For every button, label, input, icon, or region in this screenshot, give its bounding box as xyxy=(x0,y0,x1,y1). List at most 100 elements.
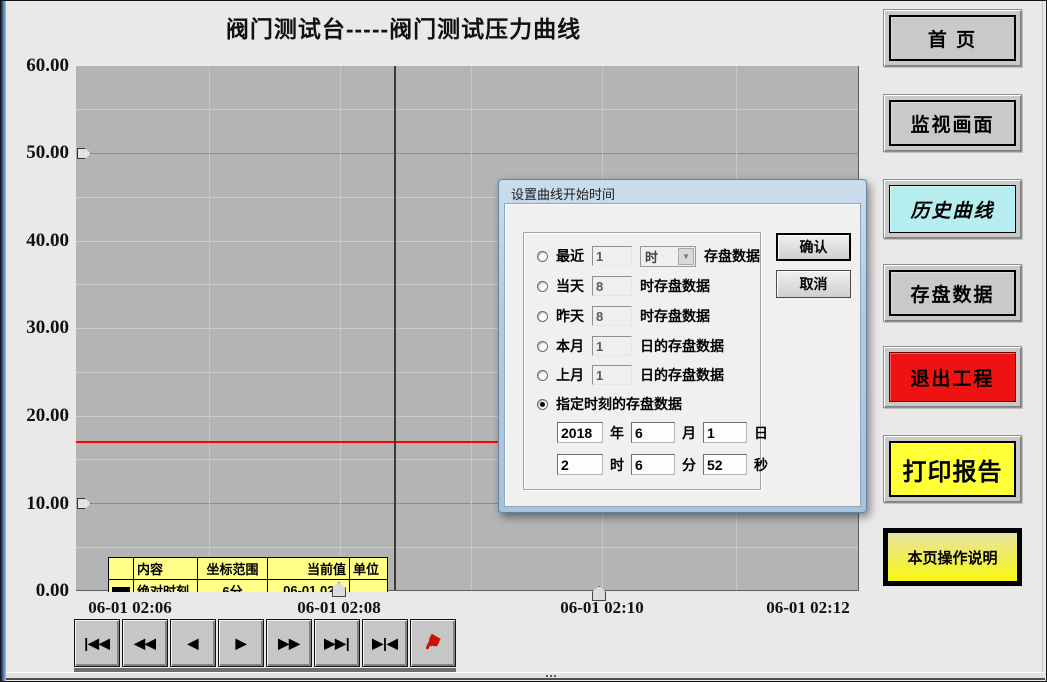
y-tick: 40.00 xyxy=(1,230,69,252)
y-tick: 50.00 xyxy=(1,142,69,164)
nav-print-report-button[interactable]: 打印报告 xyxy=(889,441,1016,497)
option-suffix: 时存盘数据 xyxy=(640,306,710,326)
legend-unit-cell xyxy=(350,580,388,593)
second-label: 秒 xyxy=(754,455,768,475)
nav-print-frame: 打印报告 xyxy=(883,435,1022,503)
option-suffix: 日的存盘数据 xyxy=(640,336,724,356)
fast-forward-button[interactable]: ▶▶ xyxy=(266,619,312,667)
step-forward-button[interactable]: ▶ xyxy=(218,619,264,667)
fast-rewind-button[interactable]: ◀◀ xyxy=(122,619,168,667)
chevron-down-icon[interactable]: ▼ xyxy=(678,248,694,265)
hmi-screen: 阀门测试台-----阀门测试压力曲线 60.00 50.00 40.00 30.… xyxy=(0,0,1047,682)
date-inputs-row: 2018 年 6 月 1 日 xyxy=(557,422,768,443)
nav-history-frame: 历史曲线 xyxy=(883,179,1022,239)
option-label: 最近 xyxy=(556,246,584,266)
skip-to-start-button[interactable]: |◀◀ xyxy=(74,619,120,667)
time-cursor-line[interactable] xyxy=(394,66,396,590)
option-recent-row: 最近 1 时▼ 存盘数据 xyxy=(537,245,760,267)
confirm-button[interactable]: 确认 xyxy=(776,233,851,261)
gridline xyxy=(76,109,858,110)
option-label: 指定时刻的存盘数据 xyxy=(556,394,682,414)
month-input[interactable]: 6 xyxy=(631,422,675,443)
hour-input[interactable]: 2 xyxy=(557,454,603,475)
page-title: 阀门测试台-----阀门测试压力曲线 xyxy=(1,10,806,44)
nav-saved-data-frame: 存盘数据 xyxy=(883,264,1022,322)
cancel-button[interactable]: 取消 xyxy=(776,270,851,298)
time-inputs-row: 2 时 6 分 52 秒 xyxy=(557,454,768,475)
option-suffix: 日的存盘数据 xyxy=(640,365,724,385)
legend-header-row: 内容 坐标范围 当前值 单位 xyxy=(109,558,388,580)
nav-home-frame: 首 页 xyxy=(883,9,1022,67)
y-tick: 10.00 xyxy=(1,493,69,515)
minute-label: 分 xyxy=(682,455,696,475)
nav-exit-frame: 退出工程 xyxy=(883,346,1022,408)
option-specified-time-row: 指定时刻的存盘数据 xyxy=(537,393,682,415)
nav-exit-project-button[interactable]: 退出工程 xyxy=(889,352,1016,402)
curve-color-swatch xyxy=(112,587,130,593)
option-label: 上月 xyxy=(556,365,584,385)
nav-saved-data-button[interactable]: 存盘数据 xyxy=(889,270,1016,316)
month-label: 月 xyxy=(682,423,696,443)
second-input[interactable]: 52 xyxy=(703,454,747,475)
splitter-grip-dots xyxy=(546,675,548,677)
this-month-day-input[interactable]: 1 xyxy=(592,336,632,356)
option-suffix: 存盘数据 xyxy=(704,246,760,266)
skip-to-end-button[interactable]: ▶▶| xyxy=(314,619,360,667)
y-tick: 60.00 xyxy=(1,55,69,77)
y-tick: 20.00 xyxy=(1,405,69,427)
today-hour-input[interactable]: 8 xyxy=(592,276,632,296)
recent-value-input[interactable]: 1 xyxy=(592,246,632,266)
time-options-groupbox: 最近 1 时▼ 存盘数据 当天 8 时存盘数据 昨天 8 时存盘数据 xyxy=(523,232,761,490)
radio-this-month[interactable] xyxy=(537,341,548,352)
dialog-body: 最近 1 时▼ 存盘数据 当天 8 时存盘数据 昨天 8 时存盘数据 xyxy=(504,203,861,507)
curve-legend-table: 内容 坐标范围 当前值 单位 绝对时刻 6分 06-01 02:0 xyxy=(108,557,391,592)
radio-last-month[interactable] xyxy=(537,370,548,381)
combo-value: 时 xyxy=(645,247,658,266)
legend-range-cell: 6分 xyxy=(198,580,268,593)
hour-label: 时 xyxy=(610,455,624,475)
year-input[interactable]: 2018 xyxy=(557,422,603,443)
playback-toolbar: |◀◀ ◀◀ ◀ ▶ ▶▶ ▶▶| ▶|◀ ☚ xyxy=(74,619,456,672)
dialog-title: 设置曲线开始时间 xyxy=(511,184,615,203)
day-input[interactable]: 1 xyxy=(703,422,747,443)
x-tick: 06-01 02:06 xyxy=(60,598,200,618)
option-last-month-row: 上月 1 日的存盘数据 xyxy=(537,364,724,386)
y-tick: 0.00 xyxy=(1,580,69,602)
gridline xyxy=(76,547,858,548)
y-tick: 30.00 xyxy=(1,317,69,339)
go-to-cursor-button[interactable]: ▶|◀ xyxy=(362,619,408,667)
option-today-row: 当天 8 时存盘数据 xyxy=(537,275,710,297)
radio-recent[interactable] xyxy=(537,251,548,262)
gridline xyxy=(209,66,210,590)
col-header-current: 当前值 xyxy=(268,558,350,580)
bottom-splitter-bar[interactable] xyxy=(6,672,1045,680)
hand-pointer-button[interactable]: ☚ xyxy=(410,619,456,667)
nav-home-button[interactable]: 首 页 xyxy=(889,15,1016,61)
nav-monitor-button[interactable]: 监视画面 xyxy=(889,100,1016,146)
option-label: 昨天 xyxy=(556,306,584,326)
minute-input[interactable]: 6 xyxy=(631,454,675,475)
radio-yesterday[interactable] xyxy=(537,311,548,322)
gridline xyxy=(340,66,341,590)
hand-pointer-icon: ☚ xyxy=(418,629,449,657)
nav-history-curve-button[interactable]: 历史曲线 xyxy=(889,185,1016,233)
day-label: 日 xyxy=(754,423,768,443)
step-back-button[interactable]: ◀ xyxy=(170,619,216,667)
gridline-50 xyxy=(76,153,858,154)
last-month-day-input[interactable]: 1 xyxy=(592,365,632,385)
col-header-content: 内容 xyxy=(134,558,198,580)
recent-unit-combobox[interactable]: 时▼ xyxy=(640,246,696,267)
option-label: 当天 xyxy=(556,276,584,296)
option-suffix: 时存盘数据 xyxy=(640,276,710,296)
legend-swatch-header xyxy=(109,558,134,580)
x-tick: 06-01 02:12 xyxy=(738,598,878,618)
nav-monitor-frame: 监视画面 xyxy=(883,94,1022,152)
option-yesterday-row: 昨天 8 时存盘数据 xyxy=(537,305,710,327)
year-label: 年 xyxy=(610,423,624,443)
nav-page-help-button[interactable]: 本页操作说明 xyxy=(883,528,1022,586)
x-tick: 06-01 02:08 xyxy=(269,598,409,618)
gridline xyxy=(471,66,472,590)
radio-specified-time[interactable] xyxy=(537,399,548,410)
yesterday-hour-input[interactable]: 8 xyxy=(592,306,632,326)
radio-today[interactable] xyxy=(537,281,548,292)
